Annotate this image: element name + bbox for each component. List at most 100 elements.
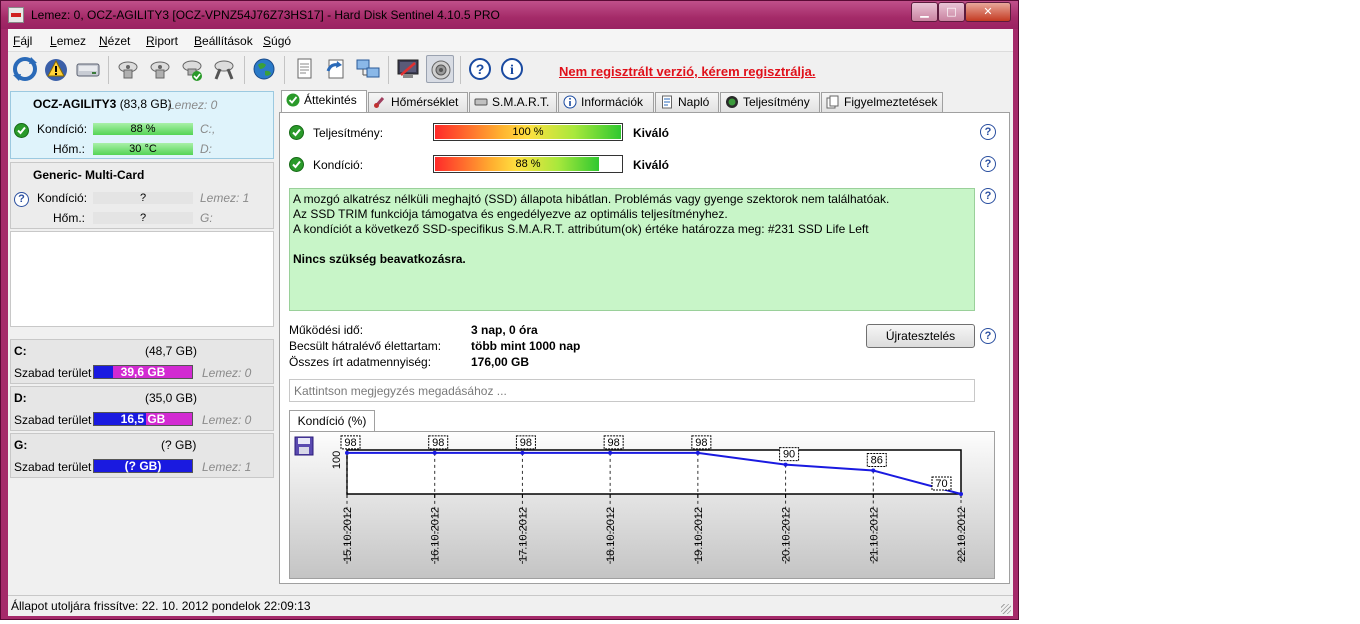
tab-smart[interactable]: S.M.A.R.T. — [469, 92, 557, 112]
settings-icon[interactable] — [394, 55, 422, 83]
app-icon — [8, 7, 24, 23]
condition-label: Kondíció: — [313, 158, 364, 172]
drive-letters: C:, — [200, 122, 216, 136]
free-space-value: 16,5 GB — [120, 412, 166, 426]
toolbar: ? i Nem regisztrált verzió, kérem regisz… — [8, 51, 1013, 88]
free-space-label: Szabad terület — [14, 366, 92, 380]
disk-icon[interactable] — [74, 55, 102, 83]
menu-view[interactable]: Nézet — [99, 34, 130, 48]
disk-test-icon[interactable] — [114, 55, 142, 83]
help-icon[interactable]: ? — [980, 156, 996, 172]
network-icon[interactable] — [354, 55, 382, 83]
status-message-line: A mozgó alkatrész nélküli meghajtó (SSD)… — [293, 192, 890, 206]
menu-file[interactable]: Fájl — [13, 34, 32, 48]
help-icon[interactable]: ? — [466, 55, 494, 83]
partition-item-g[interactable]: G: (? GB) Szabad terület (? GB) Lemez: 1 — [10, 433, 274, 478]
info-icon — [563, 95, 577, 109]
chart-data-label: 98 — [432, 437, 444, 449]
temperature-label: Hőm.: — [53, 211, 86, 225]
chart-point — [345, 450, 349, 455]
chart-x-tick-label: 17.10.2012 — [517, 507, 529, 562]
title-bar[interactable]: Lemez: 0, OCZ-AGILITY3 [OCZ-VPNZ54J76Z73… — [1, 1, 1018, 29]
tab-label: Figyelmeztetések — [844, 95, 938, 109]
info-icon[interactable]: i — [498, 55, 526, 83]
menu-help[interactable]: Súgó — [263, 34, 291, 48]
tab-overview[interactable]: Áttekintés — [281, 90, 367, 113]
svg-text:i: i — [510, 63, 514, 78]
window-title: Lemez: 0, OCZ-AGILITY3 [OCZ-VPNZ54J76Z73… — [31, 8, 500, 22]
sound-icon[interactable] — [426, 55, 454, 83]
tab-strip: Áttekintés Hőmérséklet S.M.A.R.T. Inform… — [279, 90, 1013, 113]
resize-grip[interactable] — [1001, 604, 1011, 614]
condition-chart: 100 15.10.2012 16.10.2012 17.10.2012 18.10.2… — [289, 431, 995, 579]
warning-icon[interactable] — [42, 55, 70, 83]
tab-information[interactable]: Információk — [558, 92, 654, 112]
help-icon[interactable]: ? — [980, 328, 996, 344]
report-icon[interactable] — [290, 55, 318, 83]
globe-icon[interactable] — [250, 55, 278, 83]
lifetime-label: Becsült hátralévő élettartam: — [289, 339, 442, 353]
ok-icon — [14, 123, 29, 138]
save-chart-icon[interactable] — [294, 436, 314, 456]
disk-list-pane: OCZ-AGILITY3 (83,8 GB) Lemez: 0 Kondíció… — [10, 91, 274, 615]
tab-log[interactable]: Napló — [655, 92, 719, 112]
chart-data-label: 86 — [871, 455, 883, 467]
disk-number: Lemez: 0 — [168, 98, 218, 112]
help-icon[interactable]: ? — [980, 188, 996, 204]
temperature-bar: 30 °C — [93, 143, 193, 155]
retest-button[interactable]: Újratesztelés — [866, 324, 975, 348]
status-bar: Állapot utoljára frissítve: 22. 10. 2012… — [8, 595, 1013, 616]
partition-size: (48,7 GB) — [145, 344, 198, 358]
maximize-button[interactable]: □ — [938, 2, 965, 22]
minimize-button[interactable]: ▁ — [911, 2, 938, 22]
tab-label: Áttekintés — [304, 93, 357, 107]
note-field[interactable] — [289, 379, 975, 402]
lifetime-value: több mint 1000 nap — [471, 339, 581, 353]
send-report-icon[interactable] — [322, 55, 350, 83]
tab-condition-chart[interactable]: Kondíció (%) — [289, 410, 375, 432]
overview-panel: Teljesítmény: 100 % Kiváló ? Kondíció: 8… — [279, 112, 1010, 584]
condition-value: 88 % — [515, 158, 541, 170]
condition-bar: ? — [93, 192, 193, 204]
ok-icon — [286, 93, 300, 107]
written-label: Összes írt adatmennyiség: — [289, 355, 432, 369]
refresh-icon[interactable] — [11, 55, 39, 83]
disk-test-icon[interactable] — [146, 55, 174, 83]
menu-settings[interactable]: Beállítások — [194, 34, 253, 48]
chart-y-tick-label: 100 — [331, 451, 343, 469]
status-message-line: A kondíciót a következő SSD-specifikus S… — [293, 222, 869, 236]
menu-disk[interactable]: Lemez — [50, 34, 86, 48]
register-link[interactable]: Nem regisztrált verzió, kérem regisztrál… — [559, 64, 816, 79]
performance-label: Teljesítmény: — [313, 126, 384, 140]
chart-data-label: 90 — [783, 449, 795, 461]
uptime-value: 3 nap, 0 óra — [471, 323, 538, 337]
free-space-label: Szabad terület — [14, 460, 92, 474]
disk-test-tool-icon[interactable] — [210, 55, 238, 83]
status-message-line: Az SSD TRIM funkciója támogatva és enged… — [293, 207, 728, 221]
chart-x-tick-label: 20.10.2012 — [781, 507, 793, 562]
chart-data-label: 98 — [520, 437, 532, 449]
temperature-bar: ? — [93, 212, 193, 224]
partition-size: (35,0 GB) — [145, 391, 198, 405]
menu-report[interactable]: Riport — [146, 34, 178, 48]
chart-point — [871, 468, 876, 473]
help-icon[interactable]: ? — [980, 124, 996, 140]
note-input[interactable] — [292, 383, 966, 399]
tab-performance[interactable]: Teljesítmény — [720, 92, 820, 112]
free-space-value: (? GB) — [124, 459, 162, 473]
tab-alerts[interactable]: Figyelmeztetések — [821, 92, 943, 112]
partition-letter: D: — [14, 391, 27, 405]
partition-item-d[interactable]: D: (35,0 GB) Szabad terület 16,5 GB Leme… — [10, 386, 274, 431]
status-message-action: Nincs szükség beavatkozásra. — [293, 252, 466, 266]
condition-bar: 88 % — [433, 155, 623, 173]
close-button[interactable]: ✕ — [965, 2, 1011, 22]
chart-data-label: 70 — [935, 478, 947, 490]
tab-label: S.M.A.R.T. — [492, 95, 550, 109]
tab-temperature[interactable]: Hőmérséklet — [368, 92, 468, 112]
gauge-icon — [726, 96, 738, 108]
partition-item-c[interactable]: C: (48,7 GB) Szabad terület 39,6 GB Leme… — [10, 339, 274, 384]
disk-item-ocz-agility3[interactable]: OCZ-AGILITY3 (83,8 GB) Lemez: 0 Kondíció… — [10, 91, 274, 159]
disk-test-check-icon[interactable] — [178, 55, 206, 83]
disk-item-generic-multi-card[interactable]: Generic- Multi-Card ? Kondíció: ? Lemez:… — [10, 162, 274, 229]
ok-icon — [289, 125, 304, 140]
